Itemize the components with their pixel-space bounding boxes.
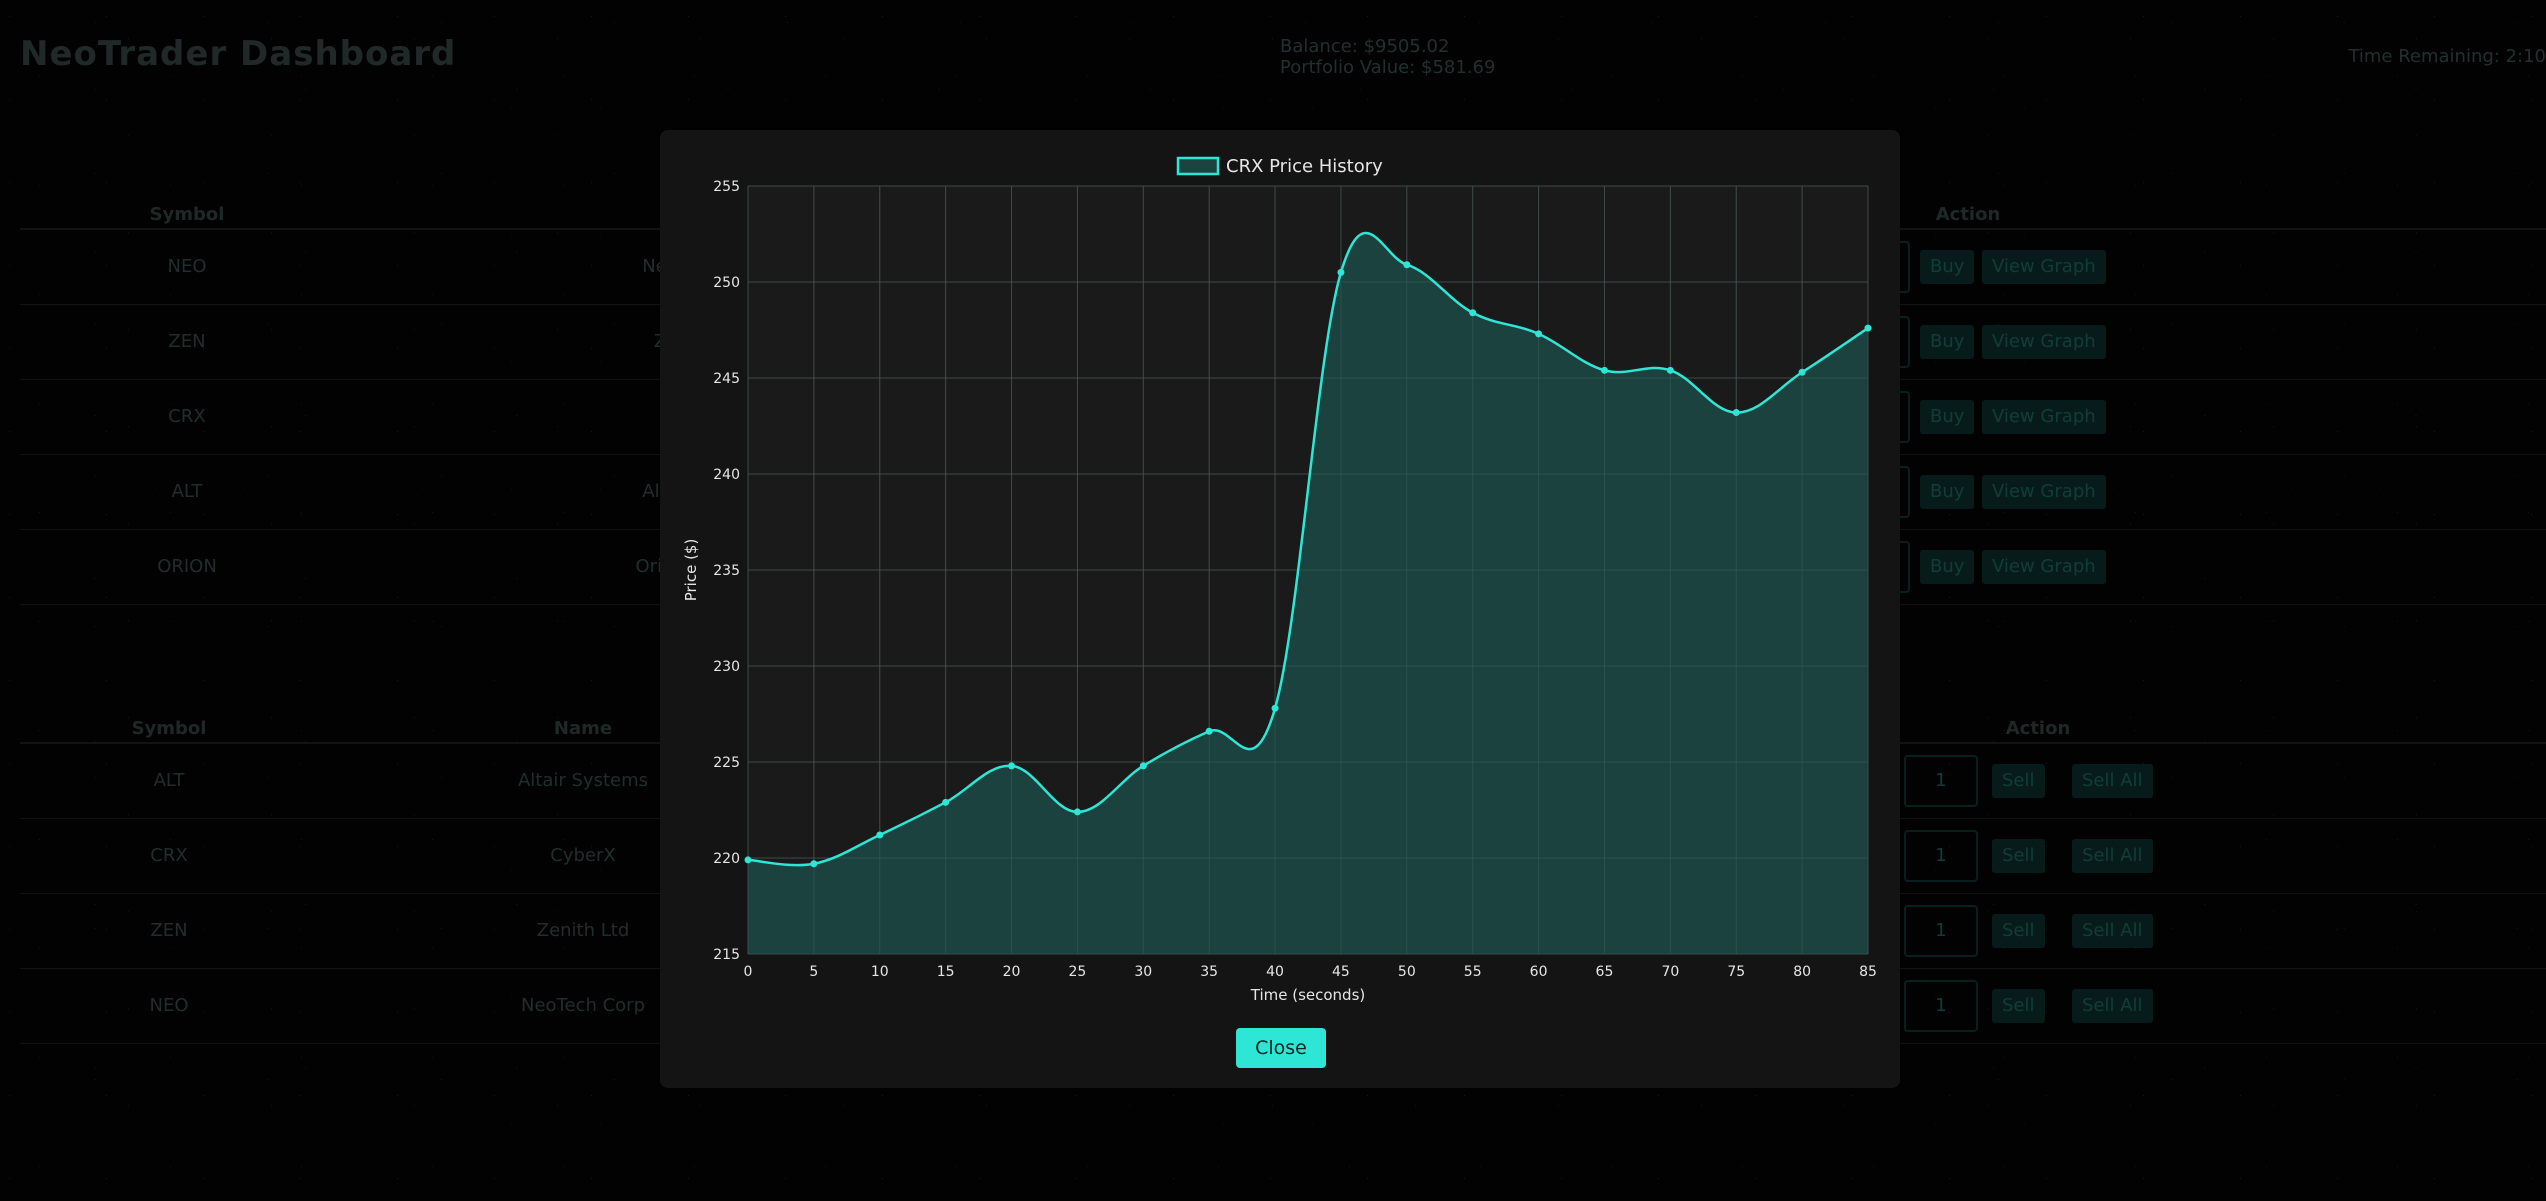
data-point: [1139, 762, 1147, 770]
y-tick-label: 235: [713, 563, 740, 579]
y-axis-label: Price ($): [682, 539, 700, 602]
x-tick-label: 40: [1266, 964, 1284, 980]
data-point: [1271, 704, 1279, 712]
legend-swatch: [1176, 156, 1220, 176]
data-point: [1600, 366, 1608, 374]
y-tick-label: 230: [713, 659, 740, 675]
x-tick-label: 45: [1332, 964, 1350, 980]
x-tick-label: 10: [871, 964, 889, 980]
data-point: [942, 798, 950, 806]
x-tick-label: 75: [1727, 964, 1745, 980]
x-tick-label: 80: [1793, 964, 1811, 980]
data-point: [1535, 330, 1543, 338]
data-point: [1008, 762, 1016, 770]
legend-label: CRX Price History: [1226, 156, 1383, 177]
data-point: [1864, 324, 1872, 332]
x-tick-label: 50: [1398, 964, 1416, 980]
y-tick-label: 215: [713, 947, 740, 963]
y-tick-label: 220: [713, 851, 740, 867]
price-history-modal: 0 5 10 15 20 25 30 35 40 45 50 55 60 65 70 75 80 85 255 250…: [660, 130, 1900, 1088]
data-point: [810, 860, 818, 868]
data-point: [744, 856, 752, 864]
x-tick-label: 25: [1068, 964, 1086, 980]
data-point: [1798, 368, 1806, 376]
x-tick-label: 15: [937, 964, 955, 980]
x-tick-label: 35: [1200, 964, 1218, 980]
data-point: [1403, 261, 1411, 269]
data-point: [1205, 727, 1213, 735]
x-tick-label: 60: [1530, 964, 1548, 980]
data-point: [1073, 808, 1081, 816]
y-tick-label: 245: [713, 371, 740, 387]
x-tick-label: 65: [1596, 964, 1614, 980]
x-tick-label: 5: [809, 964, 818, 980]
data-point: [1469, 309, 1477, 317]
price-history-chart: 0 5 10 15 20 25 30 35 40 45 50 55 60 65 70 75 80 85 255 250…: [682, 156, 1877, 1004]
x-tick-label: 30: [1134, 964, 1152, 980]
x-axis-label: Time (seconds): [1250, 986, 1366, 1004]
y-tick-label: 250: [713, 275, 740, 291]
x-tick-label: 55: [1464, 964, 1482, 980]
data-point: [876, 831, 884, 839]
data-point: [1337, 268, 1345, 276]
x-tick-label: 20: [1003, 964, 1021, 980]
x-tick-label: 70: [1661, 964, 1679, 980]
data-point: [1666, 366, 1674, 374]
data-point: [1732, 409, 1740, 417]
x-tick-label: 85: [1859, 964, 1877, 980]
y-tick-label: 225: [713, 755, 740, 771]
y-tick-label: 255: [713, 179, 740, 195]
x-tick-label: 0: [744, 964, 753, 980]
y-tick-label: 240: [713, 467, 740, 483]
close-button[interactable]: Close: [1236, 1028, 1326, 1068]
dashboard-page: NeoTrader Dashboard Balance: $9505.02 Po…: [0, 0, 2546, 1201]
